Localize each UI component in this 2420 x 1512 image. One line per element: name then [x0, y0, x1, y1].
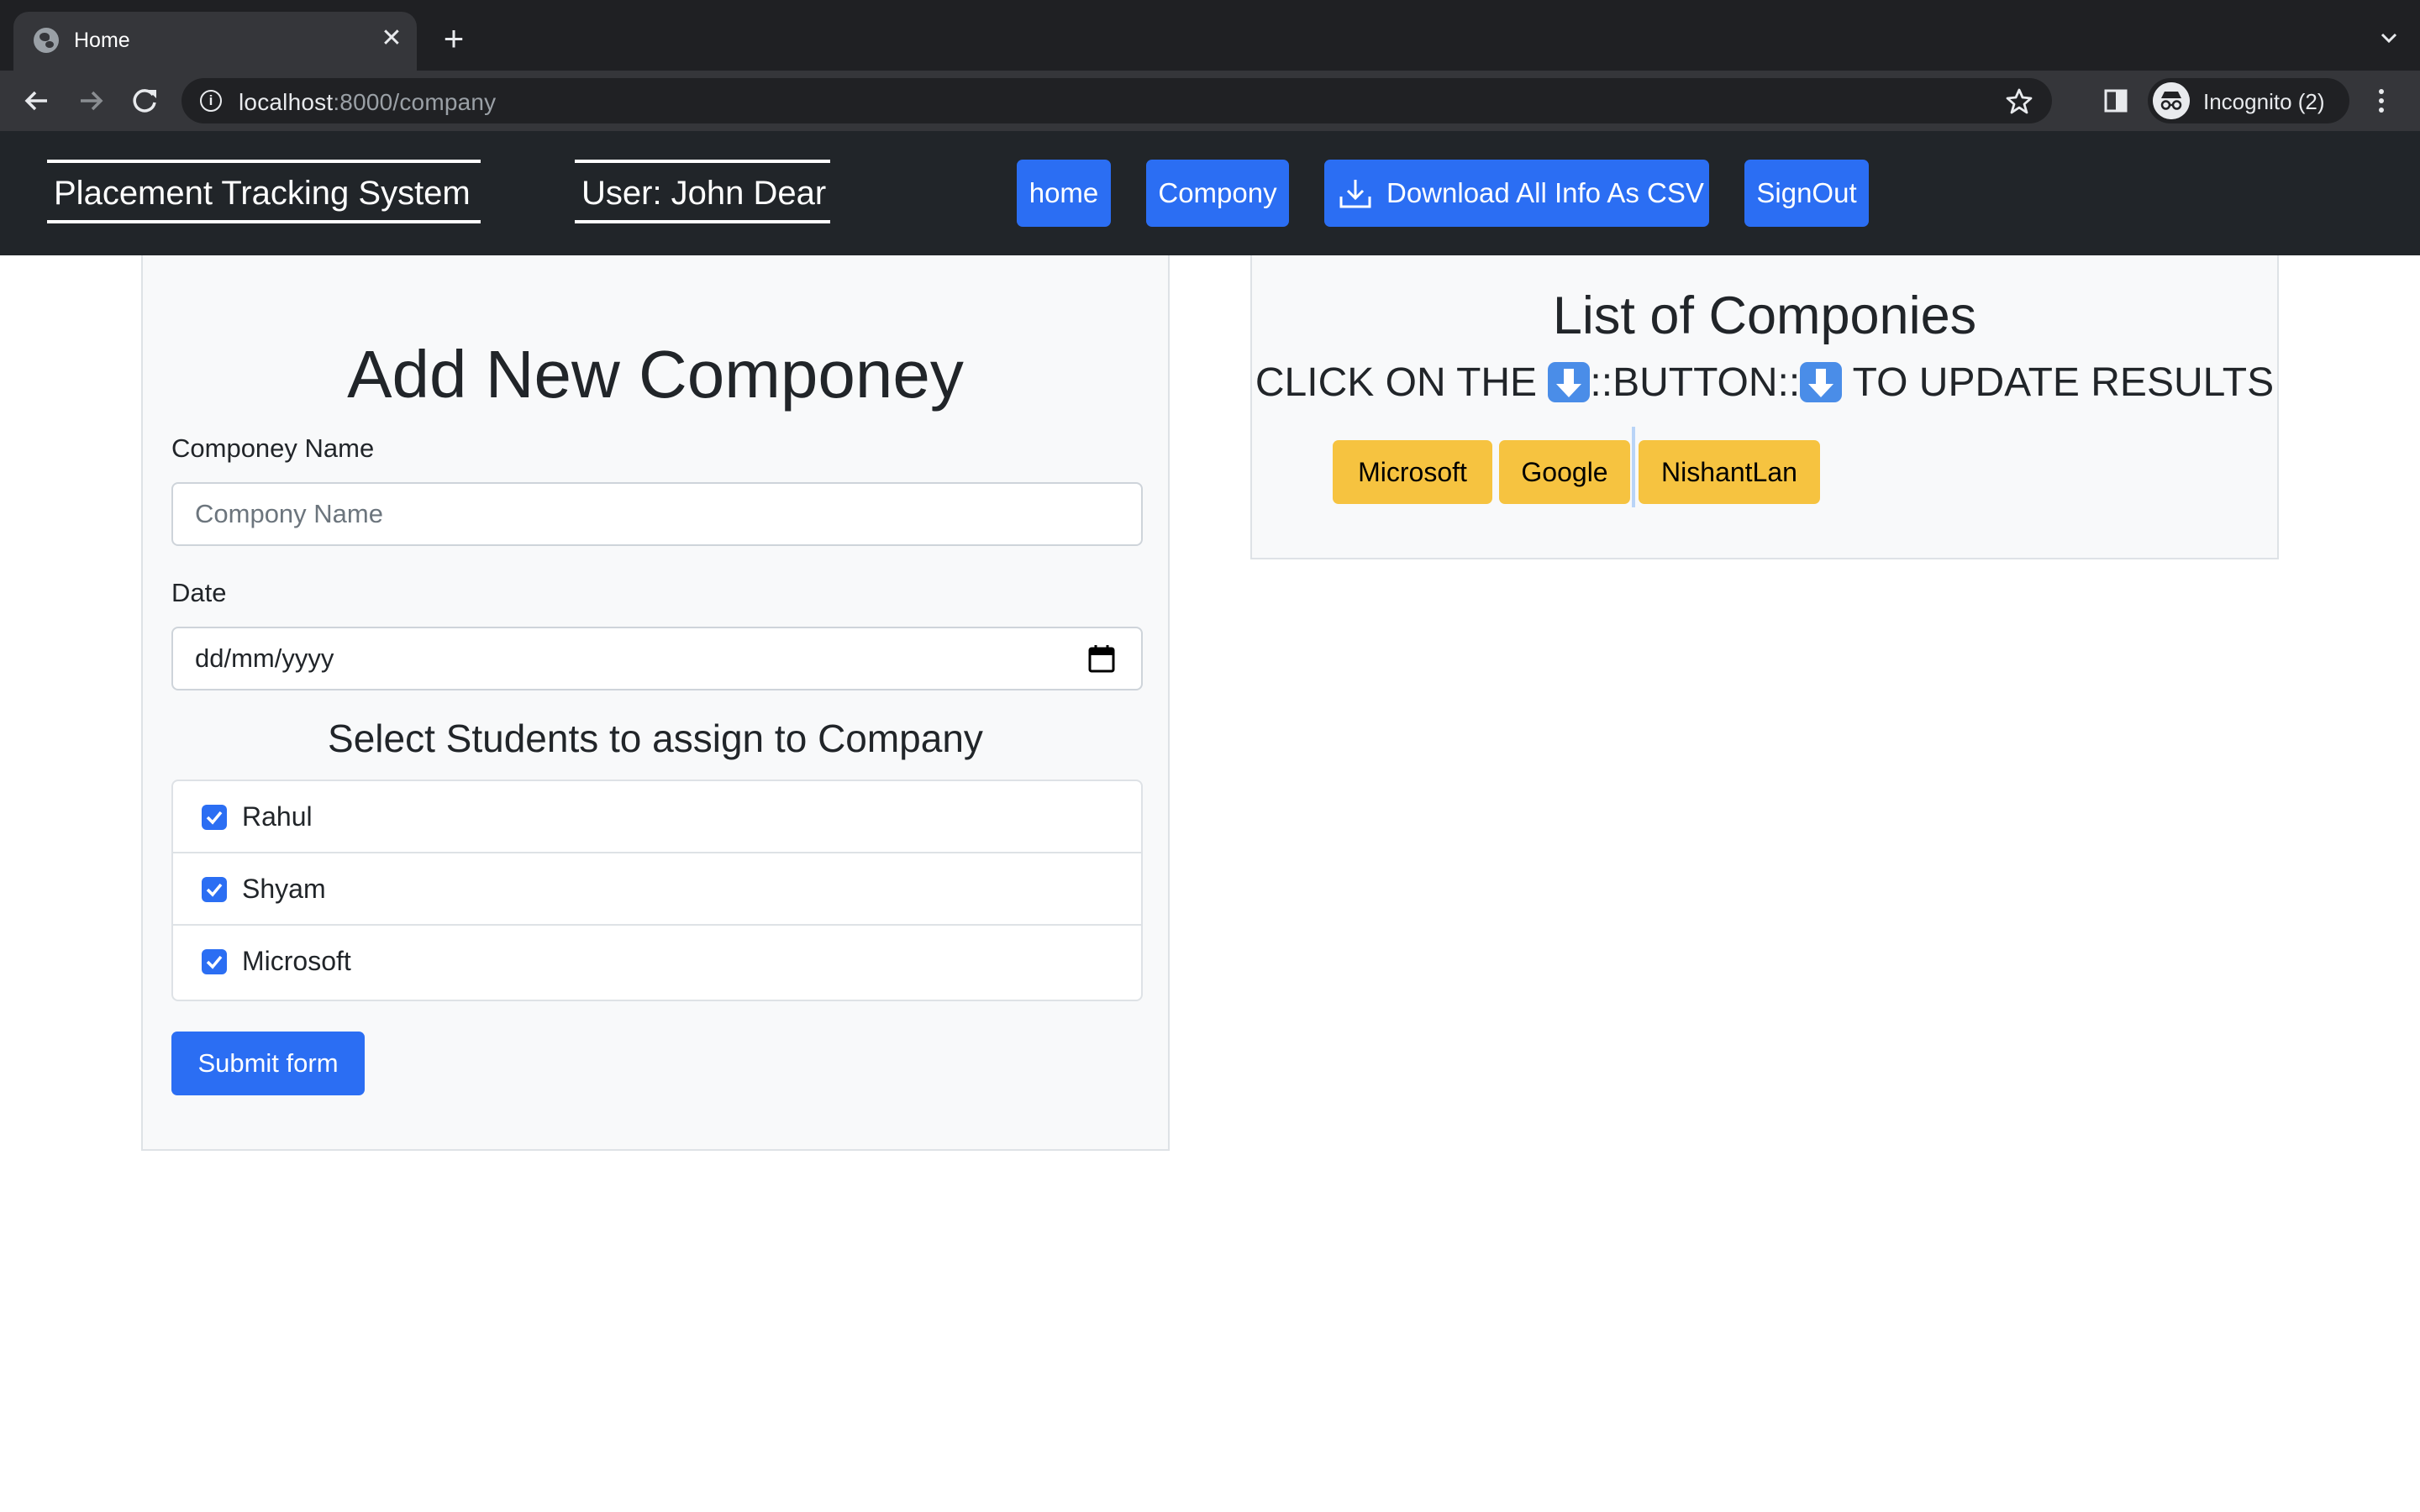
browser-toolbar: i localhost:8000/company Incognito (2) — [0, 71, 2420, 131]
calendar-icon[interactable] — [1087, 643, 1116, 674]
browser-tab-strip: Home ✕ + — [0, 0, 2420, 71]
down-arrow-icon — [1548, 362, 1591, 402]
date-label: Date — [171, 578, 227, 607]
date-input[interactable]: dd/mm/yyyy — [171, 627, 1143, 690]
info-icon[interactable]: i — [200, 90, 222, 112]
check-icon — [206, 811, 223, 825]
student-name: Shyam — [242, 874, 326, 904]
company-button-microsoft[interactable]: Microsoft — [1333, 440, 1492, 504]
reload-icon[interactable] — [126, 82, 163, 119]
add-company-heading: Add New Componey — [347, 337, 964, 412]
url-text: localhost:8000/company — [239, 89, 497, 115]
text-cursor — [1632, 427, 1635, 507]
brand-title[interactable]: Placement Tracking System — [47, 160, 481, 223]
current-user: User: John Dear — [575, 160, 830, 223]
add-company-card: Add New Componey Componey Name Date dd/m… — [141, 255, 1170, 1151]
signout-button[interactable]: SignOut — [1744, 160, 1869, 227]
student-checkbox[interactable] — [202, 949, 227, 974]
check-icon — [206, 883, 223, 897]
chevron-down-icon[interactable] — [2376, 25, 2402, 50]
student-item[interactable]: Microsoft — [173, 926, 1141, 998]
home-button[interactable]: home — [1017, 160, 1111, 227]
company-name-input[interactable] — [171, 482, 1143, 546]
app-navbar: Placement Tracking System User: John Dea… — [0, 131, 2420, 255]
incognito-icon — [2153, 82, 2190, 119]
forward-icon[interactable] — [72, 82, 109, 119]
download-csv-label: Download All Info As CSV — [1386, 177, 1704, 208]
company-button[interactable]: Compony — [1146, 160, 1289, 227]
globe-icon — [34, 28, 59, 53]
tab-close-icon[interactable]: ✕ — [375, 22, 408, 55]
company-button-nishantlan[interactable]: NishantLan — [1639, 440, 1820, 504]
student-name: Microsoft — [242, 946, 351, 976]
side-panel-icon[interactable] — [2104, 89, 2128, 113]
student-checkbox[interactable] — [202, 805, 227, 830]
tab-title: Home — [74, 29, 130, 52]
student-name: Rahul — [242, 801, 313, 832]
student-checklist: Rahul Shyam Microsoft — [171, 780, 1143, 1001]
student-checkbox[interactable] — [202, 877, 227, 902]
star-icon[interactable] — [2005, 87, 2033, 115]
company-name-label: Componey Name — [171, 433, 375, 463]
submit-button[interactable]: Submit form — [171, 1032, 365, 1095]
profile-label: Incognito (2) — [2203, 89, 2325, 114]
update-instruction: CLICK ON THE ::BUTTON:: TO UPDATE RESULT… — [1255, 360, 2275, 405]
check-icon — [206, 955, 223, 969]
student-item[interactable]: Shyam — [173, 853, 1141, 926]
date-placeholder: dd/mm/yyyy — [195, 643, 334, 673]
company-button-google[interactable]: Google — [1499, 440, 1630, 504]
select-students-heading: Select Students to assign to Company — [328, 717, 983, 760]
more-icon[interactable] — [2371, 86, 2391, 116]
download-icon — [1339, 180, 1371, 208]
down-arrow-icon — [1800, 362, 1843, 402]
browser-tab[interactable]: Home ✕ — [13, 12, 417, 71]
download-csv-button[interactable]: Download All Info As CSV — [1324, 160, 1709, 227]
back-icon[interactable] — [18, 82, 55, 119]
profile-chip[interactable]: Incognito (2) — [2148, 78, 2349, 123]
new-tab-icon[interactable]: + — [437, 21, 471, 56]
student-item[interactable]: Rahul — [173, 781, 1141, 853]
company-list-card: List of Componies CLICK ON THE ::BUTTON:… — [1250, 255, 2279, 559]
company-list-heading: List of Componies — [1552, 286, 1977, 345]
address-bar[interactable]: i localhost:8000/company — [182, 78, 2052, 123]
